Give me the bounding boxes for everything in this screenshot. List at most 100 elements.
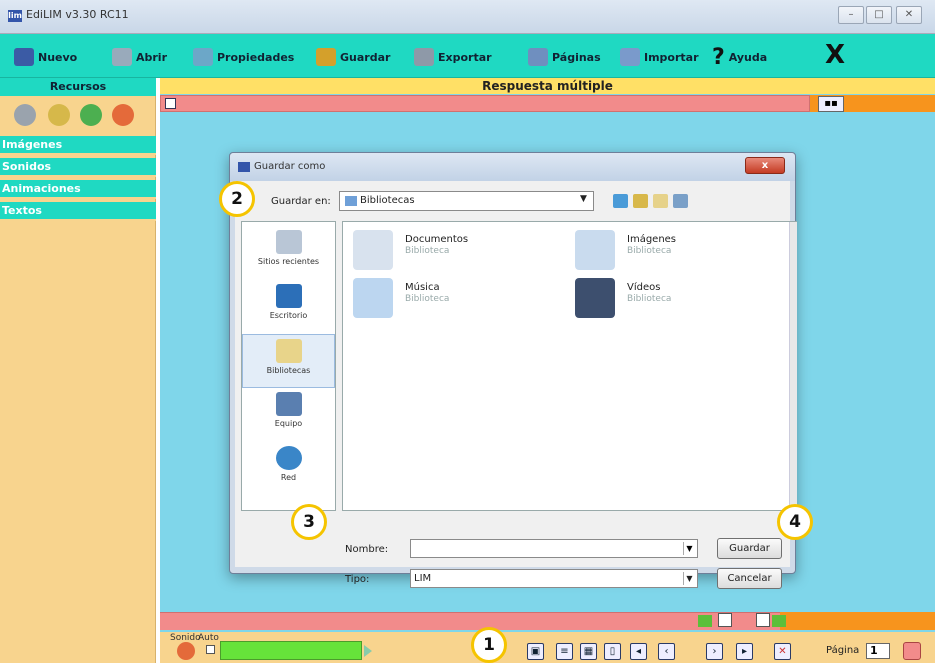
file-item-music[interactable]: Música Biblioteca	[353, 278, 543, 322]
file-item-documents[interactable]: Documentos Biblioteca	[353, 230, 543, 274]
open-icon	[112, 48, 132, 66]
last-page-icon[interactable]: ▸	[736, 643, 753, 660]
maximize-button[interactable]: □	[866, 6, 892, 24]
toolbar-export-label: Exportar	[438, 50, 492, 64]
go-page-icon[interactable]	[903, 642, 921, 660]
list-icon[interactable]: ≡	[556, 643, 573, 660]
file-item-images[interactable]: Imágenes Biblioteca	[575, 230, 765, 274]
save-in-label: Guardar en:	[271, 196, 331, 207]
toolbar-import-button[interactable]: Importar	[620, 46, 699, 68]
page-title: Respuesta múltiple	[160, 78, 935, 94]
view-menu-icon[interactable]	[673, 194, 688, 208]
play-icon[interactable]	[364, 645, 372, 657]
place-label: Escritorio	[269, 311, 308, 320]
place-desktop[interactable]: Escritorio	[242, 280, 335, 334]
top-pink-bar	[160, 95, 810, 112]
chevron-down-icon[interactable]: ▼	[683, 572, 695, 585]
window-title: EdiLIM v3.30 RC11	[26, 8, 129, 21]
chevron-down-icon[interactable]: ▼	[683, 542, 695, 555]
sound-icon[interactable]	[177, 642, 195, 660]
next-page-icon[interactable]: ›	[706, 643, 723, 660]
new-icon	[14, 48, 34, 66]
place-libraries[interactable]: Bibliotecas	[242, 334, 335, 388]
prev-page-icon[interactable]: ‹	[658, 643, 675, 660]
file-type: Biblioteca	[405, 246, 450, 256]
libraries-icon	[275, 339, 302, 363]
auto-label: Auto	[198, 633, 219, 643]
chevron-down-icon[interactable]: ▼	[580, 194, 590, 208]
save-icon	[316, 48, 336, 66]
new-folder-icon[interactable]	[653, 194, 668, 208]
file-type: Biblioteca	[627, 294, 672, 304]
toolbar-export-button[interactable]: Exportar	[414, 46, 492, 68]
toolbar-new-label: Nuevo	[38, 50, 78, 64]
save-in-select[interactable]: Bibliotecas	[339, 191, 594, 211]
resource-item-animations[interactable]: Animaciones	[0, 180, 156, 199]
pages-icon	[528, 48, 548, 66]
places-bar: Sitios recientes Escritorio Bibliotecas …	[241, 221, 336, 511]
vertical-scrollbar[interactable]	[789, 222, 797, 510]
checkbox-right-icon[interactable]	[756, 613, 770, 627]
place-network[interactable]: Red	[242, 442, 335, 496]
delete-icon[interactable]	[112, 104, 134, 126]
grid-view-icon[interactable]: ▦	[580, 643, 597, 660]
file-type-value: LIM	[414, 573, 432, 584]
toolbar-close-button[interactable]: X	[825, 40, 845, 70]
auto-checkbox[interactable]	[206, 645, 215, 654]
main-toolbar: Nuevo Abrir Propiedades Guardar Exportar…	[0, 34, 935, 78]
tools-icon[interactable]	[14, 104, 36, 126]
desktop-icon	[275, 284, 302, 308]
arrow-right-icon[interactable]	[772, 615, 786, 627]
resource-item-texts[interactable]: Textos	[0, 202, 156, 221]
recent-places-icon	[275, 230, 302, 254]
refresh-icon[interactable]	[80, 104, 102, 126]
back-icon[interactable]	[613, 194, 628, 208]
file-item-videos[interactable]: Vídeos Biblioteca	[575, 278, 765, 322]
dialog-close-button[interactable]: x	[745, 157, 785, 174]
videos-library-icon	[575, 278, 615, 318]
toolbar-import-label: Importar	[644, 50, 699, 64]
floppy-save-icon[interactable]: ▣	[527, 643, 544, 660]
toolbar-properties-label: Propiedades	[217, 50, 295, 64]
resource-item-sounds[interactable]: Sonidos	[0, 158, 156, 177]
file-type-select[interactable]: LIM ▼	[410, 569, 698, 588]
callout-2: 2	[219, 181, 255, 217]
import-icon	[620, 48, 640, 66]
page-icon[interactable]: ▯	[604, 643, 621, 660]
toolbar-open-button[interactable]: Abrir	[112, 46, 167, 68]
callout-3: 3	[291, 504, 327, 540]
file-name: Música	[405, 282, 440, 293]
up-folder-icon[interactable]	[633, 194, 648, 208]
toolbar-help-label: Ayuda	[728, 50, 768, 64]
arrow-left-icon[interactable]	[698, 615, 712, 627]
callout-4: 4	[777, 504, 813, 540]
file-name-input[interactable]: ▼	[410, 539, 698, 558]
toolbar-help-button[interactable]: ? Ayuda	[712, 45, 768, 70]
first-page-icon[interactable]: ◂	[630, 643, 647, 660]
bottom-orange-bar	[780, 612, 935, 630]
file-name: Vídeos	[627, 282, 661, 293]
toolbar-save-button[interactable]: Guardar	[316, 46, 390, 68]
sound-progress-bar[interactable]	[220, 641, 362, 660]
resource-item-images[interactable]: Imágenes	[0, 136, 156, 155]
place-recent[interactable]: Sitios recientes	[242, 226, 335, 280]
delete-page-icon[interactable]: ✕	[774, 643, 791, 660]
cancel-button[interactable]: Cancelar	[717, 568, 782, 589]
place-computer[interactable]: Equipo	[242, 388, 335, 442]
grid-icon[interactable]: ▪▪	[818, 96, 844, 112]
dialog-logo-icon	[238, 162, 250, 172]
toolbar-new-button[interactable]: Nuevo	[14, 46, 77, 68]
toolbar-save-label: Guardar	[340, 50, 391, 64]
checkbox-left-icon[interactable]	[718, 613, 732, 627]
window-close-button[interactable]: ✕	[896, 6, 922, 24]
page-number-input[interactable]: 1	[866, 643, 890, 659]
minimize-button[interactable]: –	[838, 6, 864, 24]
toolbar-pages-button[interactable]: Páginas	[528, 46, 601, 68]
save-button[interactable]: Guardar	[717, 538, 782, 559]
edit-icon[interactable]	[48, 104, 70, 126]
page-label: Página	[826, 645, 860, 656]
toolbar-properties-button[interactable]: Propiedades	[193, 46, 294, 68]
diamond-icon[interactable]	[165, 98, 176, 109]
toolbar-open-label: Abrir	[136, 50, 168, 64]
file-list: Documentos Biblioteca Imágenes Bibliotec…	[342, 221, 797, 511]
